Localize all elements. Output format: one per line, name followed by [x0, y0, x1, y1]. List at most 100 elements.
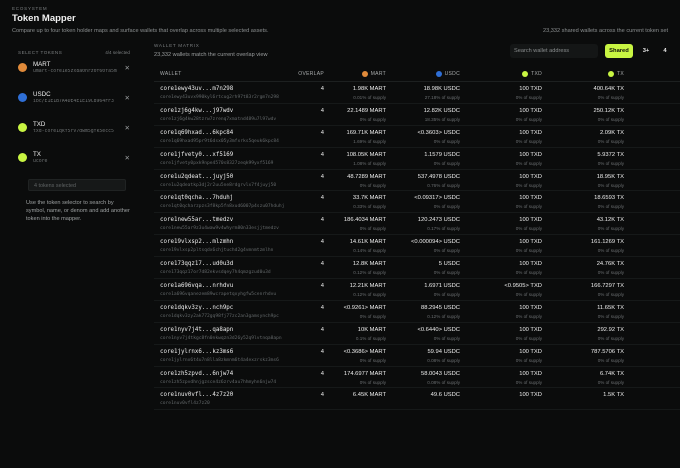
usdc-supply-pct: 0% of supply: [433, 335, 460, 341]
tx-supply-pct: 0% of supply: [597, 95, 624, 100]
mart-balance: 1.98K MART: [352, 86, 386, 92]
wallet-address-short[interactable]: core19vlxsp2...mlzmhn: [160, 239, 233, 245]
table-row[interactable]: core1jylrnx6...kz3ms6 core1jylrnx6t4u7n8l…: [154, 345, 680, 367]
overlap-count: 4: [320, 151, 324, 158]
wallet-address-short[interactable]: core1nuv0vfl...4z7z20: [160, 392, 233, 398]
usdc-balance: <0.000094> USDC: [411, 239, 460, 246]
tx-balance: 250.12K TX: [593, 107, 624, 114]
mart-balance: 22.1489 MART: [347, 107, 386, 114]
overlap-count: 4: [320, 326, 324, 333]
token-denom: txd-core1qkf5rv7dwm5gfk5ecc5: [33, 129, 114, 134]
wallet-address-short[interactable]: core1ewy43uv...m7n298: [160, 86, 233, 92]
wallet-address-short[interactable]: core1dqkv3zy...nch9pc: [160, 305, 233, 311]
token-search-input[interactable]: 4 tokens selected: [28, 179, 126, 191]
table-row[interactable]: core1nuv0vfl...4z7z20 core1nuv0vfl4z7z20 4…: [154, 388, 680, 411]
usdc-balance: 5 USDC: [438, 261, 460, 268]
tx-balance: 166.7297 TX: [590, 283, 624, 290]
txd-supply-pct: 0% of supply: [515, 204, 542, 210]
tx-balance: 18.6593 TX: [594, 195, 624, 202]
filter-3plus-button[interactable]: 3+: [638, 44, 654, 58]
txd-balance: 100 TXD: [519, 151, 542, 158]
txd-balance: 100 TXD: [519, 195, 542, 202]
token-name: USDC: [33, 91, 51, 98]
table-row[interactable]: core1a696vqa...nrhdvu core1a696vqanezem89…: [154, 279, 680, 301]
mart-balance: 174.6977 MART: [343, 370, 386, 377]
table-row[interactable]: core1nyv7j4t...qa8apn core1nyv7j4tkgc8fn0…: [154, 323, 680, 345]
remove-token-icon[interactable]: ✕: [125, 64, 130, 72]
table-row[interactable]: core1new55ar...tmedzv core1new55ar9z3u4wa…: [154, 213, 680, 236]
col-overlap[interactable]: OVERLAP: [298, 71, 324, 77]
mart-balance: 12.8K MART: [352, 261, 386, 268]
col-mart[interactable]: MART: [361, 71, 386, 77]
wallet-address-short[interactable]: core1new55ar...tmedzv: [160, 217, 233, 223]
txd-balance: 100 TXD: [519, 129, 542, 136]
wallet-address-full: core1dqkv3zy2ak772gq98fj77zc2an3gamsynch…: [160, 313, 279, 319]
tx-balance: 400.64K TX: [593, 86, 624, 92]
wallet-address-short[interactable]: core1a696vqa...nrhdvu: [160, 283, 233, 289]
table-row[interactable]: core1q69hxad...6kpc84 core1q69hxad95pr9t6…: [154, 126, 680, 148]
mart-supply-pct: 0.1% of supply: [355, 335, 386, 341]
mart-supply-pct: 0% of supply: [359, 116, 386, 122]
wallet-address-short[interactable]: core1jfvety0...xf5169: [160, 152, 233, 158]
token-icon: [18, 153, 27, 162]
tx-balance: 11.65K TX: [597, 304, 624, 311]
token-name: MART: [33, 61, 51, 68]
table-row[interactable]: core173qqz17...ud0u3d core173qqz17or7d82e…: [154, 257, 680, 280]
filter-shared-button[interactable]: Shared: [605, 44, 633, 58]
page-subtitle: Compare up to four token holder maps and…: [12, 28, 269, 34]
col-txd[interactable]: TXD: [522, 71, 542, 77]
remove-token-icon[interactable]: ✕: [125, 154, 130, 162]
table-row[interactable]: core1u2qdeat...juyj50 core1u2qdeatkp3dj2r…: [154, 170, 680, 192]
txd-supply-pct: 0% of supply: [515, 160, 542, 166]
overlap-count: 4: [320, 107, 324, 114]
wallet-address-short[interactable]: core1zj6g4kw...j97wdv: [160, 108, 233, 114]
wallet-address-short[interactable]: core1zh5zpvd...6njw74: [160, 371, 233, 377]
mart-balance: <0.3686> MART: [343, 348, 386, 355]
table-row[interactable]: core1zj6g4kw...j97wdv core1zj6g4kw28tzrw7…: [154, 104, 680, 126]
wallet-address-full: core1u2qdeatkp3dj2r2uu5ne8rdgrvlx7f4juyj…: [160, 182, 277, 188]
remove-token-icon[interactable]: ✕: [125, 94, 130, 102]
table-row[interactable]: core1qt0qcha...7hduhj core1qt0qcharzpzs3f…: [154, 191, 680, 214]
remove-token-icon[interactable]: ✕: [125, 124, 130, 132]
table-row[interactable]: core19vlxsp2...mlzmhn core19vlxsp2pltsqdx…: [154, 235, 680, 258]
mart-balance: 108.05K MART: [346, 151, 386, 158]
filter-4-button[interactable]: 4: [657, 44, 673, 58]
table-row[interactable]: core1jfvety0...xf5169 core1jfvety0pxk9npe…: [154, 148, 680, 170]
mart-balance: 169.71K MART: [346, 129, 386, 136]
token-item[interactable]: USDC ibc/E1E1B7A4DE4E1E19C8964FF3 ✕: [14, 89, 134, 115]
token-denom: umart-core1e5zx8a0nrz0f60fa5m: [33, 69, 117, 74]
table-row[interactable]: core1dqkv3zy...nch9pc core1dqkv3zy2ak772g…: [154, 301, 680, 323]
txd-supply-pct: 0% of supply: [515, 335, 542, 341]
col-tx-label: TX: [617, 71, 624, 77]
mart-supply-pct: 0% of supply: [359, 357, 386, 363]
table-row[interactable]: core1zh5zpvd...6njw74 core1zh5zpvdhnjgzsc…: [154, 367, 680, 389]
tx-supply-pct: 0% of supply: [597, 138, 624, 144]
usdc-balance: 58.0043 USDC: [421, 370, 460, 377]
wallet-address-short[interactable]: core1q69hxad...6kpc84: [160, 130, 233, 136]
col-wallet[interactable]: WALLET: [160, 71, 182, 77]
table-row[interactable]: core1ewy43uv...m7n298 core1ewy43uvx990kyl…: [154, 82, 680, 104]
wallet-address-short[interactable]: core1jylrnx6...kz3ms6: [160, 349, 233, 355]
wallet-address-short[interactable]: core173qqz17...ud0u3d: [160, 261, 233, 267]
usdc-supply-pct: 0.12% of supply: [427, 313, 460, 319]
txd-supply-pct: 0% of supply: [515, 182, 542, 188]
tx-supply-pct: 0% of supply: [597, 335, 624, 341]
mart-supply-pct: 0.12% of supply: [353, 270, 386, 276]
token-item[interactable]: TX ucore ✕: [14, 149, 134, 175]
tx-supply-pct: 0% of supply: [597, 226, 624, 232]
tx-balance: 43.12K TX: [596, 217, 624, 224]
tx-balance: 161.1269 TX: [590, 239, 624, 246]
tx-supply-pct: 0% of supply: [597, 292, 624, 298]
token-item[interactable]: MART umart-core1e5zx8a0nrz0f60fa5m ✕: [14, 59, 134, 85]
wallet-address-short[interactable]: core1nyv7j4t...qa8apn: [160, 327, 233, 333]
wallet-search-input[interactable]: Search wallet address: [510, 44, 598, 58]
col-usdc[interactable]: USDC: [435, 71, 460, 77]
mart-supply-pct: 0.01% of supply: [353, 95, 386, 100]
tx-balance: 18.95K TX: [596, 173, 624, 180]
wallet-address-short[interactable]: core1qt0qcha...7hduhj: [160, 195, 233, 201]
col-tx[interactable]: TX: [608, 71, 624, 77]
token-item[interactable]: TXD txd-core1qkf5rv7dwm5gfk5ecc5 ✕: [14, 119, 134, 145]
wallet-address-short[interactable]: core1u2qdeat...juyj50: [160, 174, 233, 180]
table-body: core1ewy43uv...m7n298 core1ewy43uvx990kyl…: [154, 82, 680, 411]
wallet-address-full: core1zh5zpvdhnjgzsce4z6zrv4au7hhmyhn6njw…: [160, 379, 277, 385]
